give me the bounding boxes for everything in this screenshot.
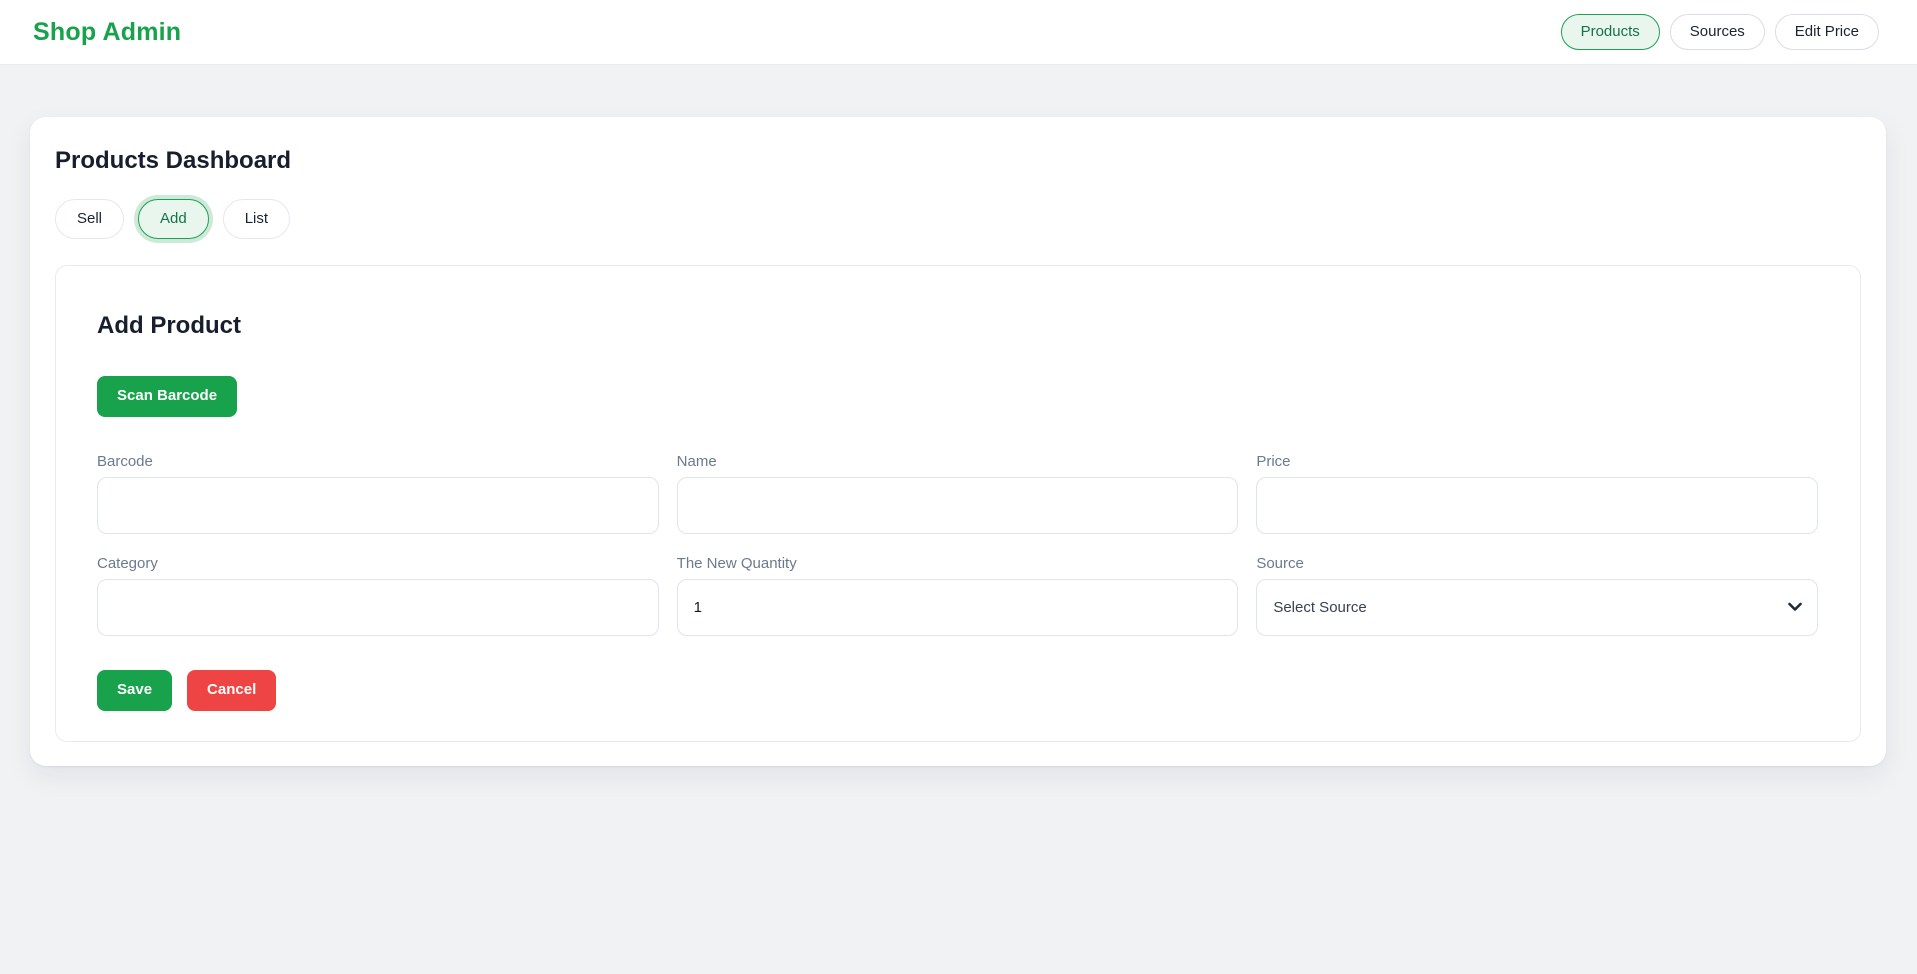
price-label: Price — [1256, 453, 1818, 470]
save-button[interactable]: Save — [97, 670, 172, 711]
tab-add[interactable]: Add — [138, 199, 209, 239]
add-product-panel: Add Product Scan Barcode Barcode Name Pr… — [55, 265, 1861, 742]
nav-sources-button[interactable]: Sources — [1670, 14, 1765, 51]
dashboard-tabs: Sell Add List — [55, 199, 1861, 239]
nav-edit-price-button[interactable]: Edit Price — [1775, 14, 1879, 51]
top-header: Shop Admin Products Sources Edit Price — [0, 0, 1917, 65]
page-title: Products Dashboard — [55, 147, 1861, 175]
products-dashboard-card: Products Dashboard Sell Add List Add Pro… — [30, 117, 1886, 766]
scan-barcode-row: Scan Barcode — [97, 376, 1818, 417]
category-field-group: Category — [97, 555, 659, 636]
barcode-field-group: Barcode — [97, 453, 659, 534]
barcode-input[interactable] — [97, 477, 659, 534]
source-select-wrapper: Select Source — [1256, 579, 1818, 636]
brand-title: Shop Admin — [33, 18, 181, 47]
quantity-label: The New Quantity — [677, 555, 1239, 572]
category-input[interactable] — [97, 579, 659, 636]
source-select[interactable]: Select Source — [1256, 579, 1818, 636]
scan-barcode-button[interactable]: Scan Barcode — [97, 376, 237, 417]
quantity-field-group: The New Quantity — [677, 555, 1239, 636]
nav-products-button[interactable]: Products — [1561, 14, 1660, 51]
category-label: Category — [97, 555, 659, 572]
name-input[interactable] — [677, 477, 1239, 534]
tab-list[interactable]: List — [223, 199, 290, 239]
add-product-title: Add Product — [97, 312, 1818, 340]
name-field-group: Name — [677, 453, 1239, 534]
tab-sell[interactable]: Sell — [55, 199, 124, 239]
price-input[interactable] — [1256, 477, 1818, 534]
name-label: Name — [677, 453, 1239, 470]
source-field-group: Source Select Source — [1256, 555, 1818, 636]
price-field-group: Price — [1256, 453, 1818, 534]
barcode-label: Barcode — [97, 453, 659, 470]
source-label: Source — [1256, 555, 1818, 572]
top-navigation: Products Sources Edit Price — [1561, 14, 1879, 51]
form-actions: Save Cancel — [97, 670, 1818, 711]
quantity-input[interactable] — [677, 579, 1239, 636]
cancel-button[interactable]: Cancel — [187, 670, 276, 711]
add-product-form: Barcode Name Price Category The New Quan… — [97, 453, 1818, 636]
